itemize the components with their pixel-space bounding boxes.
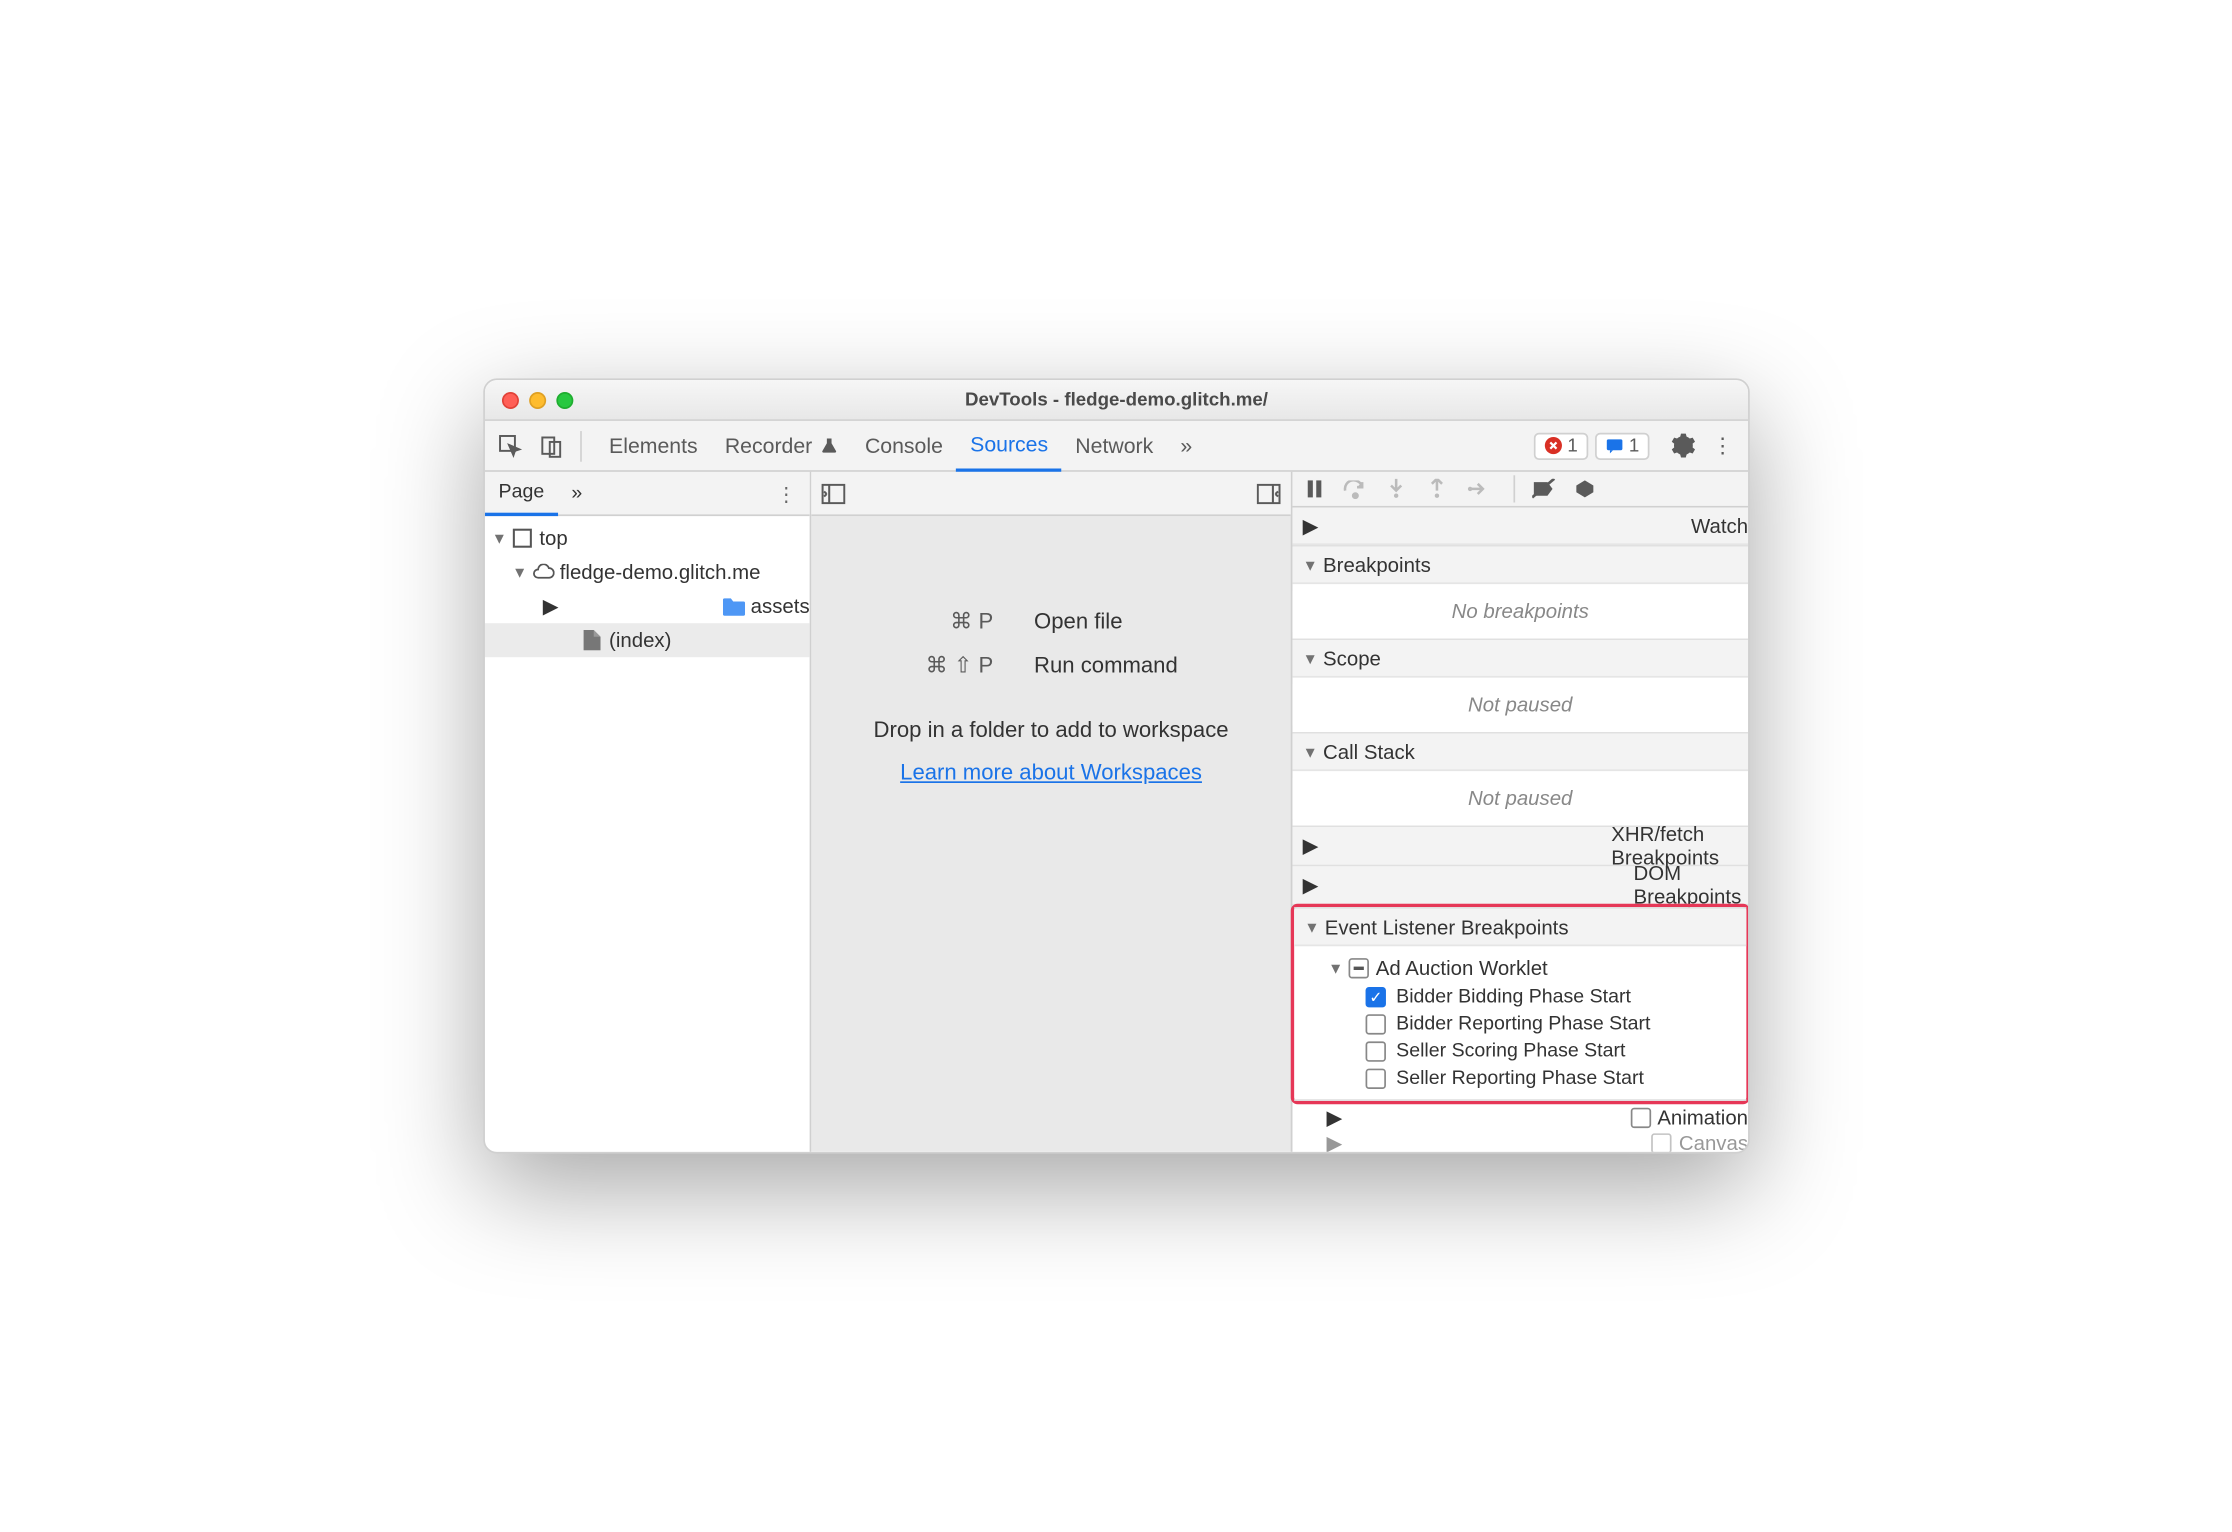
- elb-item-seller-reporting[interactable]: Seller Reporting Phase Start: [1294, 1065, 1746, 1092]
- elb-group-animation[interactable]: Animation: [1292, 1103, 1748, 1134]
- cloud-icon: [530, 564, 554, 581]
- checkbox-indeterminate[interactable]: [1348, 958, 1368, 978]
- chevron-right-icon: [1302, 514, 1684, 538]
- chevron-right-icon: [1326, 1133, 1644, 1152]
- elb-item-seller-scoring[interactable]: Seller Scoring Phase Start: [1294, 1038, 1746, 1065]
- file-icon: [580, 630, 604, 650]
- tab-elements[interactable]: Elements: [595, 420, 711, 471]
- pause-exceptions-icon[interactable]: [1572, 479, 1596, 499]
- pause-icon[interactable]: [1302, 479, 1326, 499]
- tab-recorder[interactable]: Recorder: [711, 420, 851, 471]
- devtools-window: DevTools - fledge-demo.glitch.me/ Elemen…: [483, 378, 1750, 1153]
- folder-icon: [723, 597, 745, 616]
- window-title: DevTools - fledge-demo.glitch.me/: [484, 389, 1747, 409]
- errors-badge[interactable]: 1: [1533, 432, 1588, 459]
- tree-folder-assets[interactable]: assets: [484, 589, 809, 623]
- chevron-right-icon: [1326, 1106, 1623, 1130]
- checkbox-unchecked[interactable]: [1365, 1014, 1385, 1034]
- deactivate-breakpoints-icon[interactable]: [1532, 479, 1556, 499]
- breakpoints-section[interactable]: Breakpoints: [1292, 547, 1748, 584]
- tree-top[interactable]: top: [484, 521, 809, 555]
- run-command-hint: ⌘ ⇧ P Run command: [864, 652, 1238, 679]
- tab-sources[interactable]: Sources: [956, 421, 1061, 472]
- debugger-panel: Watch Breakpoints No breakpoints Scope N…: [1292, 472, 1748, 1152]
- step-into-icon[interactable]: [1384, 479, 1408, 499]
- scope-section[interactable]: Scope: [1292, 640, 1748, 677]
- elb-group-ad-auction[interactable]: Ad Auction Worklet: [1294, 953, 1746, 984]
- tab-console[interactable]: Console: [851, 420, 956, 471]
- step-over-icon[interactable]: [1343, 480, 1367, 499]
- dom-breakpoints-section[interactable]: DOM Breakpoints: [1292, 866, 1748, 903]
- watch-section[interactable]: Watch: [1292, 508, 1748, 545]
- titlebar: DevTools - fledge-demo.glitch.me/: [484, 380, 1747, 421]
- inspect-icon[interactable]: [495, 434, 526, 458]
- open-file-hint: ⌘ P Open file: [864, 608, 1238, 635]
- settings-icon[interactable]: [1666, 433, 1697, 459]
- elb-item-bidder-reporting[interactable]: Bidder Reporting Phase Start: [1294, 1011, 1746, 1038]
- chevron-down-icon: [1328, 960, 1342, 977]
- flask-icon: [819, 436, 838, 455]
- event-listener-breakpoints-section[interactable]: Event Listener Breakpoints: [1294, 909, 1746, 946]
- chevron-down-icon: [1302, 743, 1316, 760]
- navigator-overflow[interactable]: »: [557, 471, 595, 515]
- main-toolbar: Elements Recorder Console Sources Networ…: [484, 421, 1747, 472]
- step-out-icon[interactable]: [1425, 479, 1449, 499]
- checkbox-unchecked[interactable]: [1630, 1108, 1650, 1128]
- learn-workspaces-link[interactable]: Learn more about Workspaces: [900, 759, 1202, 785]
- navigator-more-icon[interactable]: ⋮: [776, 481, 809, 505]
- device-toggle-icon[interactable]: [535, 434, 566, 458]
- breakpoints-empty: No breakpoints: [1292, 591, 1748, 632]
- chevron-down-icon: [1302, 650, 1316, 667]
- chevron-right-icon: [542, 594, 718, 618]
- tree-domain[interactable]: fledge-demo.glitch.me: [484, 555, 809, 589]
- checkbox-checked[interactable]: ✓: [1365, 987, 1385, 1007]
- callstack-section[interactable]: Call Stack: [1292, 734, 1748, 771]
- tree-file-index[interactable]: (index): [484, 623, 809, 657]
- frame-icon: [510, 528, 534, 548]
- checkbox-unchecked[interactable]: [1651, 1133, 1671, 1152]
- file-tree: top fledge-demo.glitch.me assets (index): [484, 516, 809, 657]
- page-tab[interactable]: Page: [484, 472, 557, 516]
- chevron-down-icon: [1302, 556, 1316, 573]
- elb-item-bidder-bidding[interactable]: ✓Bidder Bidding Phase Start: [1294, 984, 1746, 1011]
- elb-group-canvas[interactable]: Canvas: [1292, 1133, 1748, 1152]
- scope-empty: Not paused: [1292, 684, 1748, 725]
- checkbox-unchecked[interactable]: [1365, 1041, 1385, 1061]
- callstack-empty: Not paused: [1292, 778, 1748, 819]
- chevron-right-icon: [1302, 873, 1626, 897]
- chevron-down-icon: [491, 530, 505, 547]
- chevron-right-icon: [1302, 834, 1604, 858]
- checkbox-unchecked[interactable]: [1365, 1069, 1385, 1089]
- toggle-debugger-icon[interactable]: [1256, 483, 1280, 503]
- chevron-down-icon: [512, 564, 526, 581]
- editor-panel: ⌘ P Open file ⌘ ⇧ P Run command Drop in …: [811, 472, 1292, 1152]
- chevron-down-icon: [1304, 918, 1318, 935]
- debugger-toolbar: [1292, 472, 1748, 508]
- step-icon[interactable]: [1465, 480, 1489, 497]
- error-icon: [1543, 436, 1562, 455]
- messages-badge[interactable]: 1: [1594, 432, 1649, 459]
- more-icon[interactable]: ⋮: [1707, 433, 1738, 459]
- navigator-panel: Page » ⋮ top fledge-demo.glitch.me: [484, 472, 810, 1152]
- toggle-navigator-icon[interactable]: [821, 483, 845, 503]
- tab-network[interactable]: Network: [1061, 420, 1166, 471]
- message-icon: [1605, 436, 1624, 455]
- highlight-annotation: Event Listener Breakpoints Ad Auction Wo…: [1290, 904, 1749, 1105]
- tabs-overflow[interactable]: »: [1166, 420, 1205, 471]
- xhr-breakpoints-section[interactable]: XHR/fetch Breakpoints: [1292, 827, 1748, 864]
- workspace-drop-hint: Drop in a folder to add to workspace: [873, 717, 1228, 743]
- main-area: Page » ⋮ top fledge-demo.glitch.me: [484, 472, 1747, 1152]
